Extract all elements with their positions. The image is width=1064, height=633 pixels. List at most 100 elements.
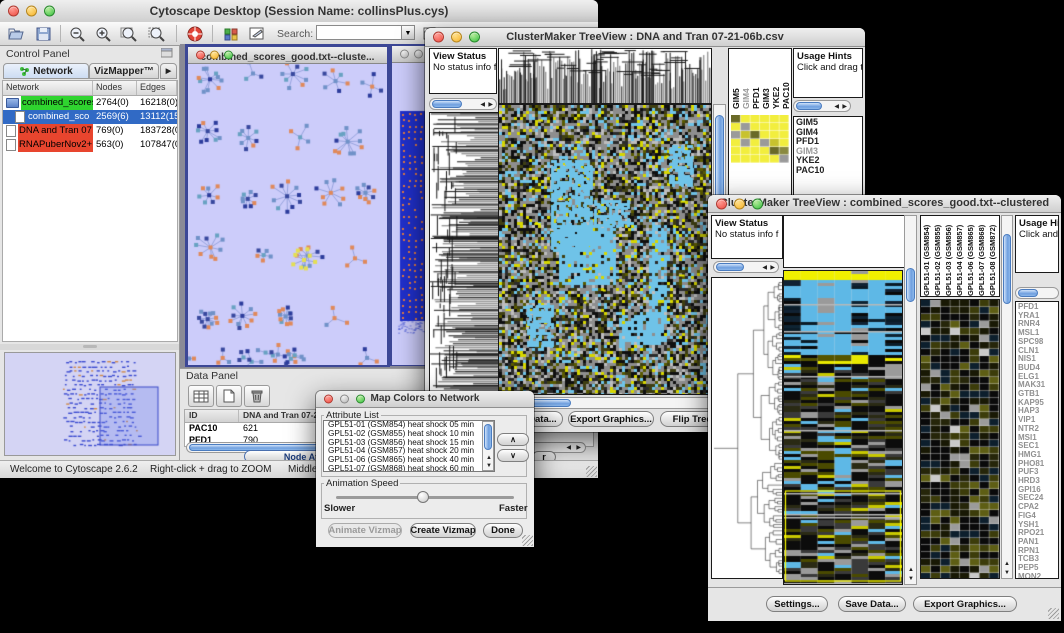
done-button[interactable]: Done (483, 523, 523, 538)
panel-splitter[interactable] (0, 344, 179, 350)
tv1-column-dendrogram[interactable] (498, 48, 712, 104)
zoom-fit-icon[interactable] (118, 24, 140, 43)
annotation-icon[interactable] (246, 24, 268, 43)
close-button[interactable] (8, 6, 19, 17)
scrollbar-thumb[interactable] (715, 115, 724, 200)
scroll-down-icon[interactable]: ▼ (1004, 570, 1010, 576)
network-view-canvas[interactable] (188, 64, 387, 365)
scrollbar-thumb[interactable] (906, 268, 915, 302)
tv1-row-dendrogram[interactable] (429, 112, 499, 395)
col-edges[interactable]: Edges (137, 81, 177, 95)
minimize-button[interactable] (26, 6, 37, 17)
attribute-list-vscrollbar[interactable]: ▲ ▼ (482, 421, 494, 471)
speed-slider-thumb[interactable] (417, 491, 429, 503)
frame-minimize-button[interactable] (414, 50, 423, 59)
scroll-up-icon[interactable]: ▲ (1004, 561, 1010, 567)
move-up-button[interactable]: ∧ (497, 433, 529, 446)
scrollbar-thumb[interactable] (716, 263, 744, 271)
zoom-selected-icon[interactable] (146, 24, 168, 43)
tv2-titlebar[interactable]: ClusterMaker TreeView : combined_scores_… (708, 195, 1061, 213)
scroll-left-icon[interactable]: ◀ (566, 445, 571, 451)
save-data-button[interactable]: Save Data... (838, 596, 906, 612)
tv2-gene-list[interactable]: PFD1YRA1RNR4MSL1SPC98CLN1NIS1BUD4ELG1MAK… (1015, 301, 1059, 579)
save-icon[interactable] (32, 24, 54, 43)
tab-network[interactable]: Network (3, 63, 89, 79)
resize-grip[interactable] (522, 535, 533, 546)
scroll-left-icon[interactable]: ◀ (480, 102, 485, 108)
zoom-out-icon[interactable] (66, 24, 88, 43)
minimize-button[interactable] (451, 32, 462, 43)
tv1-global-heatmap[interactable] (498, 104, 712, 395)
frame-close-button[interactable] (400, 50, 409, 59)
scroll-right-icon[interactable]: ▶ (488, 102, 493, 108)
create-vizmap-button[interactable]: Create Vizmap (410, 523, 476, 538)
tv2-usage-hscrollbar[interactable] (1015, 287, 1059, 299)
gene-list-item[interactable]: MON2 (1018, 573, 1056, 579)
scrollbar-thumb[interactable] (432, 100, 462, 108)
vizmapper-icon[interactable] (220, 24, 242, 43)
close-button[interactable] (716, 198, 727, 209)
search-input[interactable] (316, 25, 402, 40)
tab-overflow-arrow[interactable]: ▶ (160, 63, 177, 79)
tv2-row-dendrogram[interactable] (711, 277, 783, 579)
scroll-right-icon[interactable]: ▶ (576, 445, 581, 451)
scrollbar-thumb[interactable] (796, 102, 822, 110)
maximize-button[interactable] (752, 198, 763, 209)
frame-minimize-button[interactable] (210, 51, 219, 60)
help-lifebuoy-icon[interactable] (184, 24, 206, 43)
scroll-down-icon[interactable]: ▼ (908, 576, 914, 582)
tv2-global-heatmap[interactable] (783, 270, 903, 585)
dialog-titlebar[interactable]: Map Colors to Network (316, 391, 534, 408)
tv2-heatmap-vscrollbar[interactable]: ▲ ▼ (904, 215, 917, 585)
search-dropdown-icon[interactable]: ▼ (402, 25, 415, 40)
col-id[interactable]: ID (185, 410, 239, 422)
frame-zoom-button[interactable] (224, 51, 233, 60)
active-frame-titlebar[interactable]: combined_scores_good.txt--cluste... (188, 47, 387, 64)
scroll-left-icon[interactable]: ◀ (834, 104, 839, 110)
zoom-in-icon[interactable] (92, 24, 114, 43)
main-titlebar[interactable]: Cytoscape Desktop (Session Name: collins… (0, 0, 598, 23)
tv1-titlebar[interactable]: ClusterMaker TreeView : DNA and Tran 07-… (425, 28, 865, 47)
tv1-status-hscrollbar[interactable]: ◀ ▶ (429, 98, 497, 110)
delete-attribute-icon[interactable] (244, 385, 270, 407)
resize-grip[interactable] (1048, 608, 1059, 619)
open-file-icon[interactable] (6, 24, 28, 43)
col-nodes[interactable]: Nodes (93, 81, 137, 95)
network-tree-row[interactable]: RNAPuberNov2+ 563(0) 107847(0) (3, 138, 177, 152)
scroll-right-icon[interactable]: ▶ (770, 265, 775, 271)
scrollbar-thumb[interactable] (1003, 234, 1011, 304)
scrollbar-thumb[interactable] (484, 424, 492, 450)
col-network[interactable]: Network (3, 81, 93, 95)
network-tree-row[interactable]: combined_sco 2569(6) 13112(15) (3, 110, 177, 124)
animate-vizmap-button[interactable]: Animate Vizmap (328, 523, 402, 538)
close-button[interactable] (324, 395, 333, 404)
maximize-button[interactable] (356, 395, 365, 404)
scroll-up-icon[interactable]: ▲ (908, 567, 914, 573)
tv2-zoom-vscrollbar[interactable]: ▲ ▼ (1001, 215, 1013, 579)
tv2-column-dendrogram-area[interactable] (783, 215, 909, 268)
maximize-button[interactable] (469, 32, 480, 43)
tab-vizmapper[interactable]: VizMapper™ (89, 63, 159, 79)
frame-close-button[interactable] (196, 51, 205, 60)
minimize-button[interactable] (734, 198, 745, 209)
export-graphics-button[interactable]: Export Graphics... (568, 411, 654, 427)
tv2-status-hscrollbar[interactable]: ◀ ▶ (713, 261, 779, 273)
move-down-button[interactable]: ∨ (497, 449, 529, 462)
maximize-button[interactable] (44, 6, 55, 17)
attribute-select-icon[interactable] (188, 385, 214, 407)
tv2-zoom-heatmap[interactable] (920, 299, 1000, 579)
resize-grip[interactable] (586, 466, 597, 477)
close-button[interactable] (433, 32, 444, 43)
float-panel-icon[interactable] (161, 48, 173, 61)
network-tree-row[interactable]: combined_scores 2764(0) 16218(0) (3, 96, 177, 110)
tv1-zoom-heatmap[interactable] (731, 115, 789, 163)
scroll-right-icon[interactable]: ▶ (842, 104, 847, 110)
network-frame-active[interactable]: combined_scores_good.txt--cluste... (185, 44, 390, 367)
network-tree-row[interactable]: DNA and Tran 07 769(0) 183728(0) (3, 124, 177, 138)
new-attribute-icon[interactable] (216, 385, 242, 407)
attribute-list[interactable]: GPL51-01 (GSM854) heat shock 05 minGPL51… (323, 420, 495, 472)
scroll-up-icon[interactable]: ▲ (486, 455, 492, 461)
attribute-list-item[interactable]: GPL51-07 (GSM868) heat shock 60 min (326, 465, 494, 472)
minimize-button[interactable] (340, 395, 349, 404)
gene-list-item[interactable]: PAC10 (796, 166, 860, 176)
